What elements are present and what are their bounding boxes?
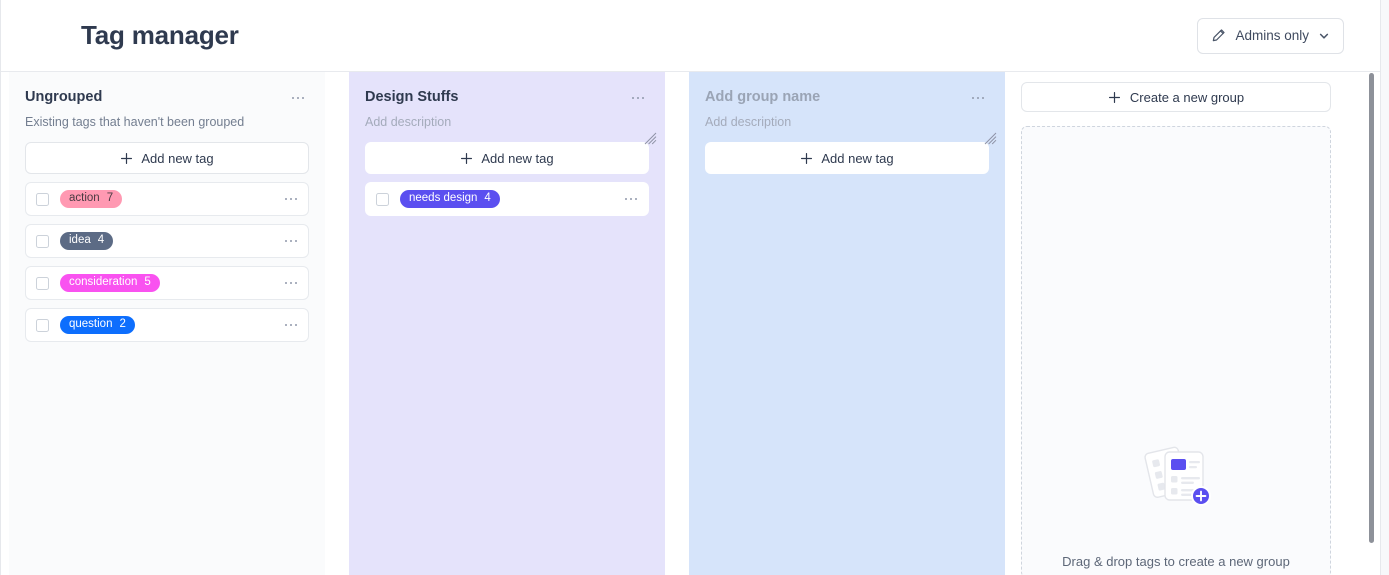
more-options-icon[interactable]	[280, 316, 302, 334]
column-description[interactable]: Add description	[705, 114, 989, 130]
tag-label: question	[69, 318, 113, 331]
tag-checkbox[interactable]	[36, 234, 49, 248]
tag-checkbox[interactable]	[376, 192, 389, 206]
more-options-icon[interactable]	[620, 190, 642, 208]
dropzone-caption: Drag & drop tags to create a new group	[1062, 554, 1290, 569]
tag-pill-action[interactable]: action 7	[60, 190, 123, 208]
tag-label: action	[69, 192, 100, 205]
more-options-icon[interactable]	[280, 232, 302, 250]
column-description[interactable]: Existing tags that haven't been grouped	[25, 114, 309, 130]
add-new-tag-label: Add new tag	[821, 150, 894, 166]
add-new-tag-button[interactable]: Add new tag	[705, 142, 989, 174]
group-column-design-stuffs: Design Stuffs Add description Add new ta…	[349, 72, 665, 575]
add-new-tag-button[interactable]: Add new tag	[365, 142, 649, 174]
more-options-icon[interactable]	[627, 89, 649, 107]
visibility-label: Admins only	[1235, 28, 1309, 43]
tag-count: 2	[119, 318, 126, 331]
column-description[interactable]: Add description	[365, 114, 649, 130]
resize-grip-icon[interactable]	[642, 130, 657, 145]
column-header: Design Stuffs	[365, 88, 649, 107]
pencil-icon	[1211, 28, 1226, 43]
more-options-icon[interactable]	[967, 89, 989, 107]
column-title[interactable]: Add group name	[705, 88, 967, 106]
add-new-tag-label: Add new tag	[481, 150, 554, 166]
group-column-new: Add group name Add description Add new t…	[689, 72, 1005, 575]
plus-icon	[1108, 91, 1121, 104]
tag-label: idea	[69, 234, 91, 247]
tag-count: 5	[144, 276, 151, 289]
tag-count: 4	[484, 192, 491, 205]
tag-checkbox[interactable]	[36, 276, 49, 290]
column-title[interactable]: Ungrouped	[25, 88, 287, 106]
table-row[interactable]: question 2	[25, 308, 309, 342]
plus-icon	[800, 152, 813, 165]
create-new-group-label: Create a new group	[1129, 89, 1245, 105]
add-new-tag-button[interactable]: Add new tag	[25, 142, 309, 174]
tag-checkbox[interactable]	[36, 192, 49, 206]
tag-manager-window: Tag manager Admins only Ungrouped Existi…	[0, 0, 1381, 575]
column-title[interactable]: Design Stuffs	[365, 88, 627, 106]
resize-grip-icon[interactable]	[982, 130, 997, 145]
tag-pill-consideration[interactable]: consideration 5	[60, 274, 160, 292]
more-options-icon[interactable]	[280, 274, 302, 292]
table-row[interactable]: consideration 5	[25, 266, 309, 300]
page-title: Tag manager	[81, 20, 239, 50]
tag-pill-question[interactable]: question 2	[60, 316, 135, 334]
tag-label: needs design	[409, 192, 478, 205]
tag-dropzone[interactable]: Drag & drop tags to create a new group	[1021, 126, 1331, 575]
visibility-dropdown-button[interactable]: Admins only	[1197, 17, 1344, 54]
column-header: Ungrouped	[25, 88, 309, 107]
app-header: Tag manager Admins only	[1, 0, 1380, 72]
tag-pill-idea[interactable]: idea 4	[60, 232, 114, 250]
create-group-panel: Create a new group Drag & drop tags to c…	[1021, 72, 1337, 575]
group-column-ungrouped: Ungrouped Existing tags that haven't bee…	[9, 72, 325, 575]
plus-icon	[460, 152, 473, 165]
plus-icon	[120, 152, 133, 165]
table-row[interactable]: needs design 4	[365, 182, 649, 216]
table-row[interactable]: idea 4	[25, 224, 309, 258]
tag-label: consideration	[69, 276, 138, 289]
vertical-scrollbar[interactable]	[1369, 73, 1374, 543]
column-header: Add group name	[705, 88, 989, 107]
tag-board: Ungrouped Existing tags that haven't bee…	[1, 72, 1380, 575]
cards-stack-add-icon	[1137, 443, 1215, 514]
tag-count: 7	[106, 192, 114, 205]
table-row[interactable]: action 7	[25, 182, 309, 216]
tag-pill-needs-design[interactable]: needs design 4	[400, 190, 500, 208]
tag-checkbox[interactable]	[36, 318, 49, 332]
more-options-icon[interactable]	[287, 89, 309, 107]
chevron-down-icon	[1318, 30, 1330, 42]
create-new-group-button[interactable]: Create a new group	[1021, 82, 1331, 112]
tag-count: 4	[97, 234, 105, 247]
add-new-tag-label: Add new tag	[141, 150, 214, 166]
more-options-icon[interactable]	[280, 190, 302, 208]
